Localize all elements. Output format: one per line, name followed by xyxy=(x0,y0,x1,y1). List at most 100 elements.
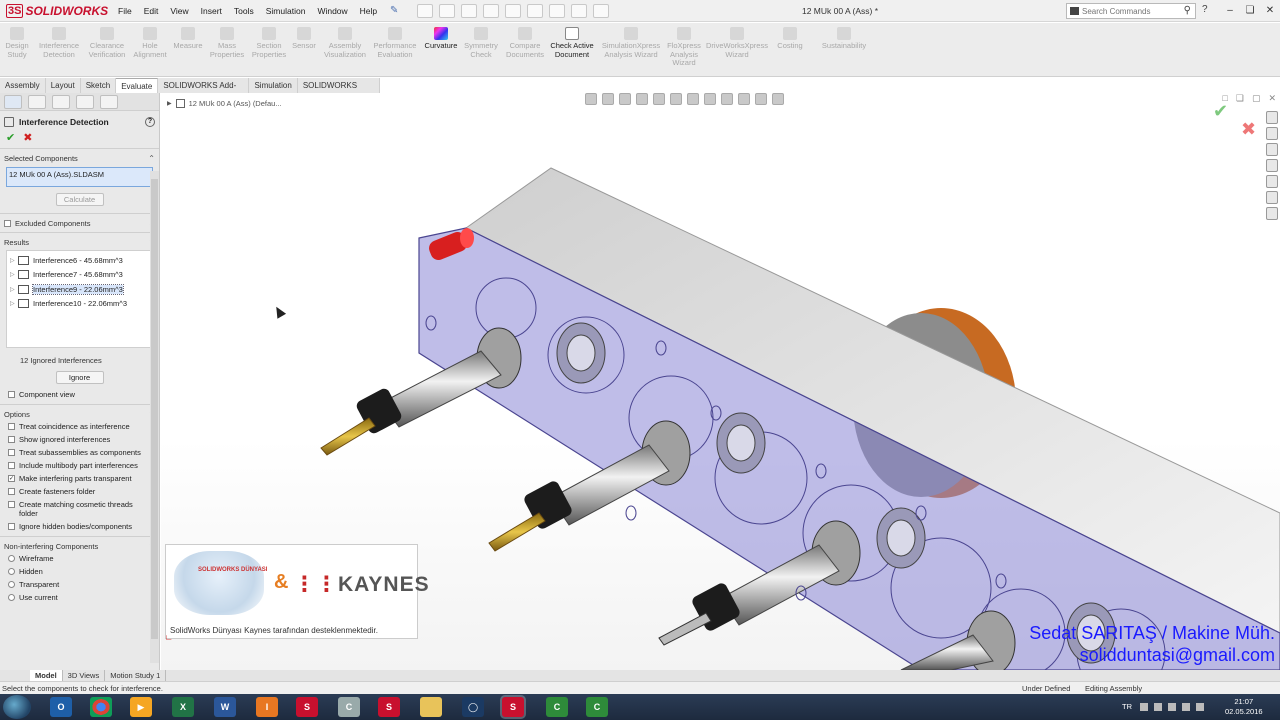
menu-tools[interactable]: Tools xyxy=(228,0,260,22)
forum-icon[interactable] xyxy=(1266,207,1278,220)
clock[interactable]: 21:07 02.05.2016 xyxy=(1225,697,1263,717)
option-create-fasteners-folder[interactable]: Create fasteners folder xyxy=(4,485,155,498)
confirmation-cancel-icon[interactable]: ✖ xyxy=(1241,119,1256,140)
group-header[interactable]: Excluded Components ⌄ xyxy=(4,217,155,229)
camtasia-recorder-app-icon[interactable]: C xyxy=(586,697,608,717)
radio-transparent[interactable]: Transparent xyxy=(4,578,155,591)
radio-hidden[interactable]: Hidden xyxy=(4,565,155,578)
graphics-area[interactable]: ▶ 12 MUk 00 A (Ass) (Defau... □ ❏ ▢ ✕ ✔ … xyxy=(161,93,1280,670)
word-app-icon[interactable]: W xyxy=(214,697,236,717)
battery-icon[interactable] xyxy=(1196,703,1204,711)
result-item[interactable]: ▷ Interference7 - 45.68mm^3 xyxy=(7,268,152,283)
edit-appearance-icon[interactable] xyxy=(721,93,733,105)
group-header[interactable]: Results ⌃ xyxy=(4,236,155,248)
appearances-icon[interactable] xyxy=(1266,175,1278,188)
hole-alignment-button[interactable]: Hole Alignment xyxy=(131,27,169,59)
file-explorer-icon[interactable] xyxy=(1266,143,1278,156)
zoom-to-fit-icon[interactable] xyxy=(585,93,597,105)
file-properties-icon[interactable] xyxy=(571,3,588,18)
expand-triangle-icon[interactable]: ▶ xyxy=(167,100,172,107)
assembly-visualization-button[interactable]: Assembly Visualization xyxy=(320,27,370,59)
option-treat-subassemblies[interactable]: Treat subassemblies as components xyxy=(4,446,155,459)
close-icon[interactable]: ✕ xyxy=(1260,0,1280,22)
collapse-icon[interactable]: ⌃ xyxy=(148,154,155,163)
clearance-verification-button[interactable]: Clearance Verification xyxy=(85,27,129,59)
view-settings-icon[interactable] xyxy=(755,93,767,105)
component-view-checkbox[interactable] xyxy=(8,391,15,398)
option-ignore-hidden[interactable]: Ignore hidden bodies/components xyxy=(4,520,155,533)
check-active-document-button[interactable]: Check Active Document xyxy=(549,27,595,59)
option-cosmetic-threads-folder[interactable]: Create matching cosmetic threads folder xyxy=(4,498,155,520)
feature-tree-flyout[interactable]: ▶ 12 MUk 00 A (Ass) (Defau... xyxy=(167,99,282,108)
tray-arrow-icon[interactable] xyxy=(1140,703,1148,711)
performance-evaluation-button[interactable]: Performance Evaluation xyxy=(372,27,418,59)
viewport-close-icon[interactable]: ✕ xyxy=(1268,93,1276,104)
checkbox-checked[interactable]: ✓ xyxy=(8,475,15,482)
hide-show-items-icon[interactable] xyxy=(704,93,716,105)
composer-app-icon[interactable]: C xyxy=(338,697,360,717)
expand-triangle-icon[interactable]: ▷ xyxy=(10,286,18,293)
group-header[interactable]: Non-interfering Components ⌃ xyxy=(4,540,155,552)
option-treat-coincidence[interactable]: Treat coincidence as interference xyxy=(4,420,155,433)
start-button[interactable] xyxy=(3,695,31,719)
radio-button[interactable] xyxy=(8,594,15,601)
search-icon[interactable]: ⚲ xyxy=(1184,5,1191,16)
search-commands[interactable]: ⚲ xyxy=(1066,3,1196,19)
network-icon[interactable] xyxy=(1168,703,1176,711)
checkbox[interactable] xyxy=(8,501,15,508)
undo-icon[interactable] xyxy=(505,3,522,18)
print-icon[interactable] xyxy=(483,3,500,18)
ignore-button[interactable]: Ignore xyxy=(55,371,104,384)
panel-scrollbar[interactable] xyxy=(150,171,159,663)
flag-icon[interactable] xyxy=(1154,703,1162,711)
configuration-manager-tab-icon[interactable] xyxy=(52,95,70,109)
inspire-app-icon[interactable]: I xyxy=(256,697,278,717)
selected-components-list[interactable]: 12 MUk 00 A (Ass).SLDASM xyxy=(6,167,153,187)
menu-edit[interactable]: Edit xyxy=(138,0,165,22)
tab-solidworks-mbd[interactable]: SOLIDWORKS MBD xyxy=(298,78,380,105)
checkbox[interactable] xyxy=(8,423,15,430)
save-icon[interactable] xyxy=(461,3,478,18)
measure-button[interactable]: Measure xyxy=(172,27,204,51)
restore-icon[interactable]: ❏ xyxy=(1240,0,1260,22)
property-manager-tab-icon[interactable] xyxy=(28,95,46,109)
tab-layout[interactable]: Layout xyxy=(46,78,81,93)
open-icon[interactable] xyxy=(439,3,456,18)
menu-window[interactable]: Window xyxy=(311,0,353,22)
excluded-checkbox[interactable] xyxy=(4,220,11,227)
tab-3d-views[interactable]: 3D Views xyxy=(63,670,106,681)
simulationxpress-button[interactable]: SimulationXpress Analysis Wizard xyxy=(600,27,662,59)
dynamic-annotation-icon[interactable] xyxy=(653,93,665,105)
tab-sketch[interactable]: Sketch xyxy=(81,78,117,93)
tab-simulation[interactable]: Simulation xyxy=(249,78,298,93)
language-indicator[interactable]: TR xyxy=(1122,702,1132,711)
solidworks-2016-app-icon[interactable]: S xyxy=(378,697,400,717)
radio-wireframe[interactable]: Wireframe xyxy=(4,552,155,565)
checkbox[interactable] xyxy=(8,523,15,530)
camtasia-app-icon[interactable]: C xyxy=(546,697,568,717)
driveworksxpress-button[interactable]: DriveWorksXpress Wizard xyxy=(704,27,770,59)
expand-triangle-icon[interactable]: ▷ xyxy=(10,257,18,264)
tab-assembly[interactable]: Assembly xyxy=(0,78,46,93)
steam-app-icon[interactable]: ◯ xyxy=(462,697,484,717)
select-icon[interactable] xyxy=(527,3,544,18)
view-palette-icon[interactable] xyxy=(1266,159,1278,172)
section-view-icon[interactable] xyxy=(636,93,648,105)
monitor-icon[interactable] xyxy=(772,93,784,105)
display-style-icon[interactable] xyxy=(687,93,699,105)
menu-simulation[interactable]: Simulation xyxy=(260,0,312,22)
ok-check-icon[interactable]: ✔ xyxy=(6,131,15,144)
mass-properties-button[interactable]: Mass Properties xyxy=(207,27,247,59)
floxpress-button[interactable]: FloXpress Analysis Wizard xyxy=(664,27,704,68)
expand-triangle-icon[interactable]: ▷ xyxy=(10,271,18,278)
tab-evaluate[interactable]: Evaluate xyxy=(116,78,159,93)
radio-button[interactable] xyxy=(8,555,15,562)
tab-model[interactable]: Model xyxy=(30,670,63,681)
calculate-button[interactable]: Calculate xyxy=(55,193,104,206)
help-icon[interactable]: ? xyxy=(145,117,155,127)
viewport-maximize-icon[interactable]: ▢ xyxy=(1252,93,1261,104)
pin-icon[interactable]: ✎ xyxy=(387,4,401,18)
option-include-multibody[interactable]: Include multibody part interferences xyxy=(4,459,155,472)
confirmation-ok-icon[interactable]: ✔ xyxy=(1213,101,1228,122)
dimxpert-tab-icon[interactable] xyxy=(76,95,94,109)
